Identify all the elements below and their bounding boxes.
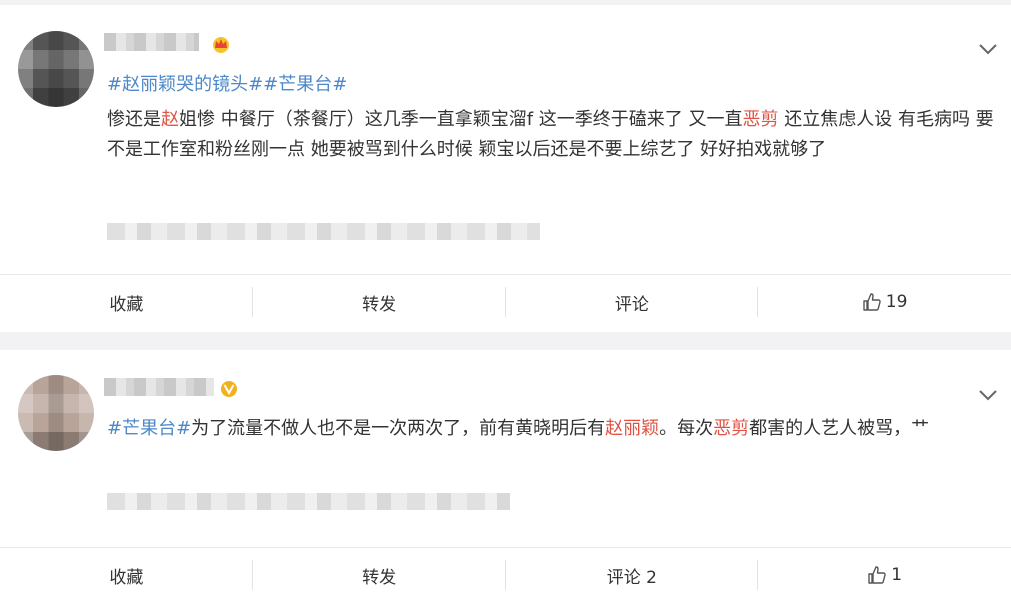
like-count: 1	[891, 565, 903, 585]
avatar[interactable]	[18, 31, 94, 107]
topic-tag[interactable]: #芒果台#	[263, 74, 347, 95]
thumbs-up-icon	[868, 566, 886, 584]
repost-button[interactable]: 转发	[253, 548, 506, 602]
body-text: 。每次	[659, 418, 714, 439]
favorite-button[interactable]: 收藏	[0, 275, 253, 329]
username-blurred[interactable]	[104, 33, 199, 51]
topic-tag[interactable]: #芒果台#	[107, 418, 191, 439]
highlight-text: 恶剪	[742, 109, 779, 130]
favorite-button[interactable]: 收藏	[0, 548, 253, 602]
body-text: 惨还是	[107, 109, 161, 130]
topics-line: #赵丽颖哭的镜头##芒果台#	[107, 70, 1002, 100]
post-card: #赵丽颖哭的镜头##芒果台# 惨还是赵姐惨 中餐厅（茶餐厅）这几季一直拿颖宝溜f…	[0, 5, 1011, 332]
comment-label: 评论	[614, 294, 649, 315]
thumbs-up-icon	[863, 293, 881, 311]
repost-label: 转发	[362, 294, 397, 315]
highlight-text: 恶剪	[713, 418, 750, 439]
like-button[interactable]: 1	[758, 548, 1011, 602]
highlight-text: 赵丽颖	[605, 418, 660, 439]
comment-label: 评论 2	[606, 567, 657, 588]
chevron-down-icon[interactable]	[977, 41, 999, 55]
comment-button[interactable]: 评论 2	[506, 548, 759, 602]
post-card: #芒果台#为了流量不做人也不是一次两次了，前有黄晓明后有赵丽颖。每次恶剪都害的人…	[0, 350, 1011, 605]
action-bar: 收藏 转发 评论 2 1	[0, 548, 1011, 602]
body-text: 都害的人艺人被骂，艹	[749, 418, 930, 439]
favorite-label: 收藏	[109, 567, 144, 588]
highlight-text: 赵	[161, 109, 179, 130]
favorite-label: 收藏	[109, 294, 144, 315]
like-count: 19	[885, 292, 908, 312]
action-bar: 收藏 转发 评论 19	[0, 275, 1011, 329]
chevron-down-icon[interactable]	[977, 387, 999, 401]
username-blurred[interactable]	[104, 378, 214, 396]
post-body: #芒果台#为了流量不做人也不是一次两次了，前有黄晓明后有赵丽颖。每次恶剪都害的人…	[107, 414, 1002, 444]
topic-tag[interactable]: #赵丽颖哭的镜头#	[107, 74, 263, 95]
comment-button[interactable]: 评论	[506, 275, 759, 329]
avatar[interactable]	[18, 375, 94, 451]
like-button[interactable]: 19	[758, 275, 1011, 329]
post-meta-blurred	[107, 493, 510, 510]
post-meta-blurred	[107, 223, 540, 240]
crown-badge-icon	[210, 35, 232, 53]
body-text: 姐惨 中餐厅（茶餐厅）这几季一直拿颖宝溜f 这一季终于磕来了 又一直	[179, 109, 743, 130]
repost-button[interactable]: 转发	[253, 275, 506, 329]
repost-label: 转发	[362, 567, 397, 588]
verified-v-icon	[220, 380, 238, 398]
body-text: 为了流量不做人也不是一次两次了，前有黄晓明后有	[191, 418, 606, 439]
post-body: 惨还是赵姐惨 中餐厅（茶餐厅）这几季一直拿颖宝溜f 这一季终于磕来了 又一直恶剪…	[107, 105, 1002, 165]
